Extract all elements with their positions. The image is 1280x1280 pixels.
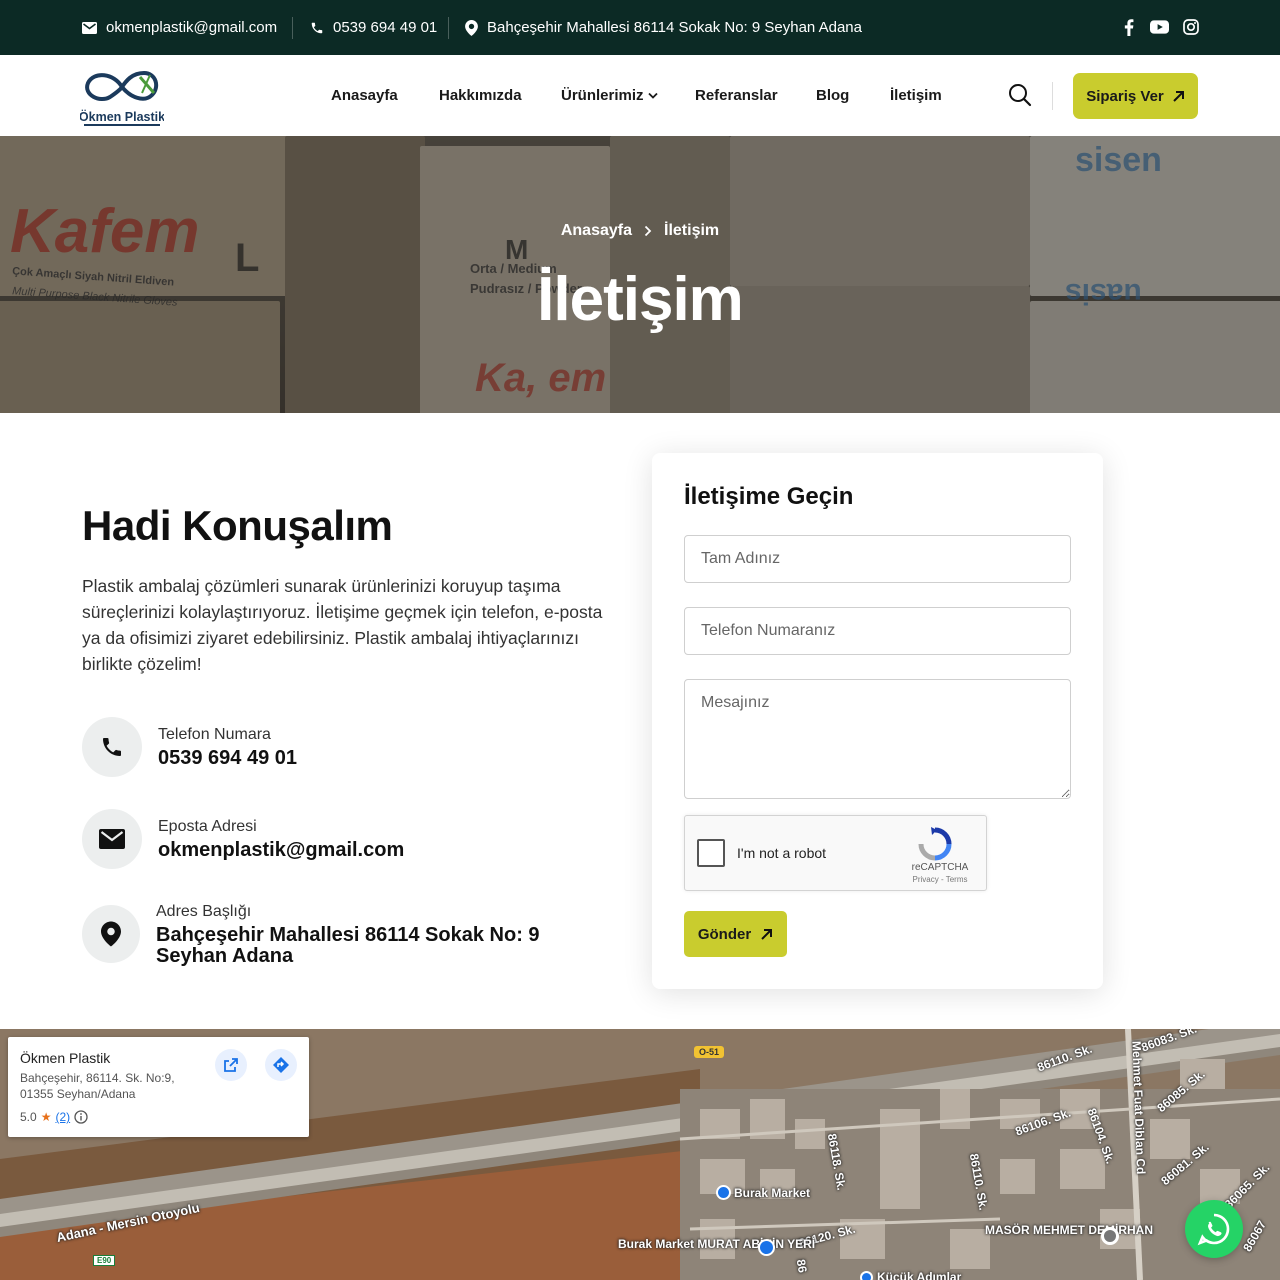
submit-button[interactable]: Gönder [684, 911, 787, 957]
top-bar: okmenplastik@gmail.com 0539 694 49 01 Ba… [0, 0, 1280, 55]
map-poi[interactable]: Burak Market [716, 1185, 810, 1200]
facebook-icon[interactable] [1119, 17, 1139, 37]
message-textarea[interactable] [684, 679, 1071, 799]
order-button[interactable]: Sipariş Ver [1073, 73, 1198, 119]
shopping-icon [716, 1185, 731, 1200]
contact-address-value: Bahçeşehir Mahallesi 86114 Sokak No: 9 S… [156, 924, 540, 967]
chevron-down-icon [647, 92, 658, 99]
road-shield: E90 [93, 1255, 116, 1266]
nav-label: Anasayfa [331, 87, 398, 104]
whatsapp-icon[interactable] [1185, 1200, 1243, 1258]
cart-icon [758, 1239, 775, 1259]
page-hero: Kafem Çok Amaçlı Siyah Nitril Eldiven Mu… [0, 136, 1280, 413]
recaptcha-checkbox[interactable] [697, 839, 725, 867]
recaptcha-terms-link[interactable]: Privacy - Terms [905, 875, 975, 884]
contact-form-card: İletişime Geçin I'm not a robot reCAPTCH… [652, 453, 1103, 989]
recaptcha-widget: I'm not a robot reCAPTCHA Privacy - Term… [684, 815, 987, 891]
map-place-card: Ökmen Plastik Bahçeşehir, 86114. Sk. No:… [8, 1037, 309, 1137]
directions-icon[interactable] [265, 1049, 297, 1081]
topbar-address[interactable]: Bahçeşehir Mahallesi 86114 Sokak No: 9 S… [465, 0, 862, 55]
map-pin-icon [860, 1270, 873, 1280]
contact-address-label: Adres Başlığı [156, 903, 252, 920]
nav-label: Ürünlerimiz [561, 87, 644, 104]
recaptcha-brand: reCAPTCHA [911, 862, 969, 873]
star-icon: ★ [40, 1110, 52, 1124]
map-poi-label[interactable]: Burak Market MURAT ABİNİN YERİ [618, 1238, 815, 1251]
map-place-address: Bahçeşehir, 86114. Sk. No:9, 01355 Seyha… [20, 1071, 175, 1101]
map-poi-label[interactable]: MASÖR MEHMET DEMİRHAN [985, 1223, 1153, 1237]
road-shield: O-51 [694, 1046, 725, 1058]
header-divider [1052, 82, 1053, 110]
map-poi-label: Burak Market [734, 1185, 811, 1200]
nav-label: Blog [816, 87, 850, 104]
info-icon[interactable] [74, 1110, 88, 1124]
location-pin-icon [465, 19, 478, 36]
topbar-address-text: Bahçeşehir Mahallesi 86114 Sokak No: 9 S… [487, 19, 862, 36]
contact-email[interactable]: Eposta Adresi okmenplastik@gmail.com [82, 809, 404, 869]
youtube-icon[interactable] [1149, 17, 1169, 37]
arrow-up-right-icon [761, 928, 773, 940]
section-description: Plastik ambalaj çözümleri sunarak ürünle… [82, 576, 603, 674]
submit-button-label: Gönder [697, 925, 752, 943]
chevron-right-icon [644, 225, 652, 237]
logo-wordmark: Ökmen Plastik [80, 109, 164, 124]
review-count-link[interactable]: (2) [55, 1110, 70, 1124]
map-pin-icon [1101, 1227, 1119, 1248]
contact-phone-label: Telefon Numara [158, 725, 271, 743]
nav-label: Hakkımızda [439, 87, 522, 104]
nav-label: İletişim [890, 87, 942, 104]
rating-value: 5.0 [20, 1110, 37, 1124]
map-label: 86 [793, 1258, 810, 1274]
phone-icon [311, 22, 323, 33]
map-poi-label: Küçük Adımlar [877, 1270, 962, 1280]
search-icon[interactable] [1007, 82, 1033, 108]
topbar-divider [292, 17, 293, 39]
arrow-up-right-icon [1173, 90, 1184, 102]
nav-blog[interactable]: Blog [816, 55, 849, 136]
nav-urunlerimiz[interactable]: Ürünlerimiz [561, 55, 658, 136]
embedded-map[interactable]: Ökmen Plastik Bahçeşehir, 86114. Sk. No:… [0, 1029, 1280, 1280]
contact-phone-value: 0539 694 49 01 [158, 746, 298, 769]
order-button-label: Sipariş Ver [1086, 87, 1164, 105]
map-place-rating: 5.0 ★ (2) [20, 1110, 88, 1124]
site-logo[interactable]: Ökmen Plastik [79, 63, 165, 129]
instagram-icon[interactable] [1181, 17, 1201, 37]
nav-referanslar[interactable]: Referanslar [695, 55, 778, 136]
contact-phone[interactable]: Telefon Numara 0539 694 49 01 [82, 717, 297, 777]
mail-icon [82, 21, 97, 34]
contact-email-value: okmenplastik@gmail.com [158, 838, 405, 861]
topbar-phone[interactable]: 0539 694 49 01 [310, 0, 437, 55]
form-title: İletişime Geçin [684, 483, 854, 510]
full-name-input[interactable] [684, 535, 1071, 583]
main-header: Ökmen Plastik Anasayfa Hakkımızda Ürünle… [0, 55, 1280, 136]
location-pin-icon [82, 905, 140, 963]
topbar-phone-text: 0539 694 49 01 [333, 19, 438, 36]
breadcrumb-home[interactable]: Anasayfa [561, 222, 632, 240]
recaptcha-label: I'm not a robot [737, 845, 827, 861]
recaptcha-logo-icon [917, 826, 953, 862]
nav-label: Referanslar [695, 87, 778, 104]
topbar-email[interactable]: okmenplastik@gmail.com [82, 0, 277, 55]
section-title: Hadi Konuşalım [82, 502, 393, 549]
breadcrumb-current: İletişim [664, 222, 720, 239]
page-title: İletişim [537, 265, 744, 334]
nav-hakkimizda[interactable]: Hakkımızda [439, 55, 522, 136]
map-poi[interactable]: Küçük Adımlar [860, 1270, 961, 1280]
mail-icon [82, 809, 142, 869]
map-place-name: Ökmen Plastik [20, 1050, 111, 1066]
phone-input[interactable] [684, 607, 1071, 655]
nav-anasayfa[interactable]: Anasayfa [331, 55, 398, 136]
topbar-divider [448, 17, 449, 39]
nav-iletisim[interactable]: İletişim [890, 55, 942, 136]
contact-email-label: Eposta Adresi [158, 817, 257, 835]
topbar-email-text: okmenplastik@gmail.com [106, 19, 278, 36]
breadcrumb: Anasayfa İletişim [0, 222, 1280, 240]
contact-address[interactable]: Adres Başlığı Bahçeşehir Mahallesi 86114… [82, 903, 556, 967]
open-in-maps-icon[interactable] [215, 1049, 247, 1081]
phone-icon [82, 717, 142, 777]
